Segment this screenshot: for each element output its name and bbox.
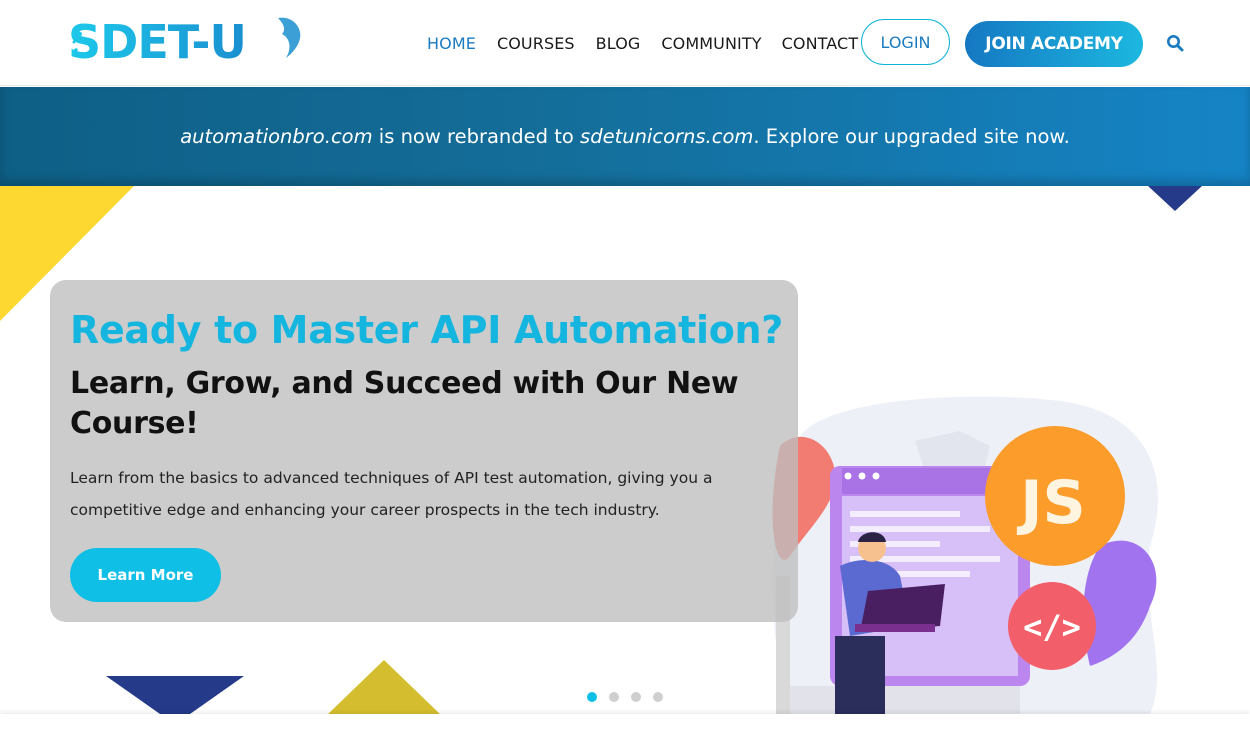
js-badge-text: JS — [1016, 468, 1086, 538]
logo-graphic: SDET-U — [68, 15, 301, 69]
main-nav: HOME COURSES BLOG COMMUNITY CONTACT — [427, 0, 858, 86]
nav-courses[interactable]: COURSES — [497, 34, 575, 53]
learn-more-button[interactable]: Learn More — [70, 548, 221, 602]
rebrand-banner: automationbro.com is now rebranded to sd… — [0, 87, 1250, 186]
site-logo[interactable]: SDET-U — [66, 12, 306, 69]
slide-dot-2[interactable] — [609, 692, 619, 702]
slide-dot-4[interactable] — [653, 692, 663, 702]
code-badge-text: </> — [1023, 608, 1081, 646]
banner-text: automationbro.com is now rebranded to sd… — [180, 125, 1070, 148]
gold-triangle-shape — [328, 660, 440, 714]
old-domain-text: automationbro.com — [180, 125, 373, 148]
logo-text: SDET-U — [68, 15, 246, 68]
hero-section: JS </> Ready to Master API Automation? L… — [0, 186, 1250, 714]
search-icon[interactable] — [1166, 34, 1184, 52]
slider-pagination — [587, 692, 663, 702]
join-academy-button[interactable]: JOIN ACADEMY — [965, 21, 1143, 67]
hero-title: Ready to Master API Automation? — [70, 308, 784, 352]
nav-blog[interactable]: BLOG — [596, 34, 641, 53]
login-button[interactable]: LOGIN — [861, 19, 950, 65]
new-domain-link[interactable]: sdetunicorns.com — [580, 125, 753, 148]
banner-end-text: . Explore our upgraded site now. — [753, 125, 1070, 148]
developer-illustration: JS </> — [772, 396, 1158, 714]
nav-contact[interactable]: CONTACT — [782, 34, 859, 53]
slide-dot-3[interactable] — [631, 692, 641, 702]
navy-triangle-bottom-shape — [106, 676, 244, 714]
navy-triangle-top-shape — [1148, 186, 1202, 211]
hero-subtitle: Learn, Grow, and Succeed with Our New Co… — [70, 366, 739, 441]
banner-middle-text: is now rebranded to — [372, 125, 581, 148]
site-header: SDET-U HOME COURSES BLOG COMMUNITY CONTA… — [0, 0, 1250, 86]
hero-description: Learn from the basics to advanced techni… — [70, 469, 713, 519]
slide-dot-1[interactable] — [587, 692, 597, 702]
nav-community[interactable]: COMMUNITY — [661, 34, 761, 53]
page-bottom-area — [0, 714, 1250, 754]
nav-home[interactable]: HOME — [427, 34, 476, 53]
